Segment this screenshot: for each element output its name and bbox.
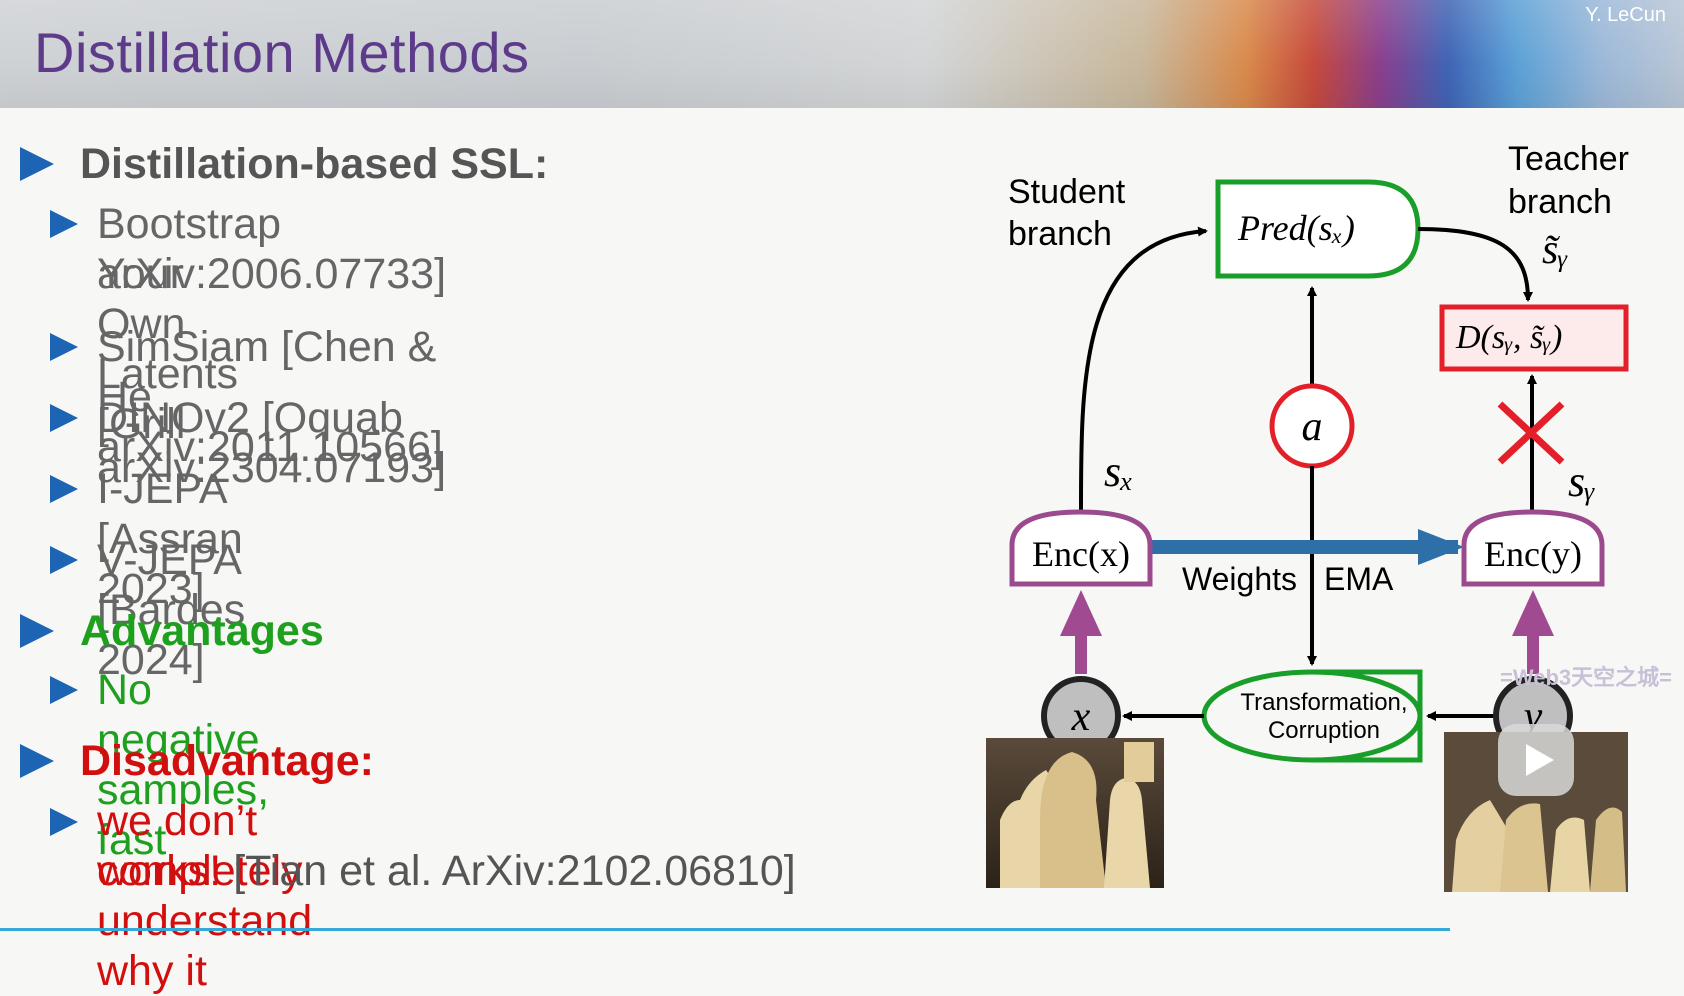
distance-label: D(sᵧ, s̃ᵧ)	[1455, 319, 1562, 356]
teacher-label-2: branch	[1508, 183, 1612, 221]
transformation-label-2: Corruption	[1268, 717, 1380, 744]
distillation-diagram: Student branch Teacher branch Pred(sₓ) s…	[986, 140, 1672, 892]
enc-y-label: Enc(y)	[1484, 534, 1582, 574]
transformation-node	[1201, 669, 1423, 763]
ema-label: EMA	[1324, 561, 1394, 597]
student-label-1: Student	[1008, 173, 1126, 211]
watermark-text: =Web3天空之城=	[1500, 665, 1672, 690]
enc-x-label: Enc(x)	[1032, 534, 1130, 574]
arrow-x-to-enc	[1060, 590, 1102, 674]
chess-image-x	[986, 738, 1164, 888]
arrow-y-to-enc	[1512, 590, 1554, 674]
a-label: a	[1302, 404, 1323, 450]
x-label: x	[1071, 694, 1091, 740]
pred-label: Pred(sₓ)	[1237, 208, 1355, 248]
sy-label: sᵧ	[1568, 457, 1595, 506]
play-icon[interactable]	[1498, 724, 1574, 796]
arrow-sx-to-pred	[1078, 226, 1208, 513]
teacher-label-1: Teacher	[1508, 140, 1629, 178]
weights-label: Weights	[1182, 561, 1297, 597]
transformation-box-right	[1312, 669, 1423, 763]
transformation-label-1: Transformation,	[1240, 689, 1407, 716]
s-tilde-y-label: s̃ᵧ	[1542, 227, 1568, 273]
arrow-pred-to-dist	[1417, 227, 1533, 302]
sx-label: sₓ	[1104, 447, 1134, 496]
student-label-2: branch	[1008, 215, 1112, 253]
